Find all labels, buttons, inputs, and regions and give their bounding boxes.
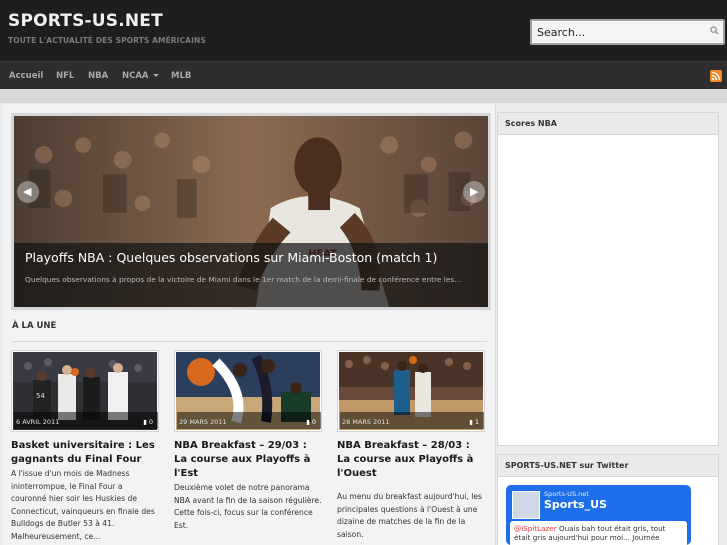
main-nav: Accueil NFL NBA NCAA MLB — [0, 61, 727, 89]
article-excerpt: Deuxième volet de notre panorama NBA ava… — [174, 483, 322, 530]
comment-icon: ▮ — [143, 418, 147, 426]
divider-strip — [0, 89, 727, 103]
article-date: 29 MARS 2011 — [179, 418, 227, 426]
article-title[interactable]: Basket universitaire : Les gagnants du F… — [11, 439, 159, 467]
article-thumbnail[interactable]: 29 MARS 2011 ▮ 0 — [174, 350, 322, 432]
nav-item-nba[interactable]: NBA — [88, 71, 108, 81]
article-title[interactable]: NBA Breakfast – 29/03 : La course aux Pl… — [174, 439, 322, 481]
search-input[interactable] — [532, 21, 723, 44]
article-thumbnail[interactable]: 54 6 AVRIL 2011 ▮ 0 — [11, 350, 159, 432]
search-icon[interactable] — [710, 26, 719, 35]
divider — [12, 341, 487, 342]
comment-count[interactable]: ▮ 0 — [143, 418, 153, 426]
comment-count-value: 0 — [148, 418, 153, 426]
article-date: 6 AVRIL 2011 — [16, 418, 60, 426]
comment-icon: ▮ — [306, 418, 310, 426]
comment-count[interactable]: ▮ 1 — [469, 418, 479, 426]
site-title[interactable]: SPORTS-US.NET — [8, 11, 163, 31]
avatar[interactable] — [512, 491, 540, 519]
slide-excerpt: Quelques observations à propos de la vic… — [25, 275, 462, 284]
search-box — [530, 19, 725, 45]
nav-item-ncaa-label: NCAA — [122, 71, 149, 81]
slider-next-button[interactable]: ▶ — [463, 181, 485, 203]
slider-prev-button[interactable]: ◀ — [17, 181, 39, 203]
tweet-mention[interactable]: @iSpitLazer — [514, 524, 557, 533]
nav-item-ncaa[interactable]: NCAA — [122, 71, 159, 81]
chevron-down-icon — [152, 74, 159, 77]
site-header: SPORTS-US.NET TOUTE L'ACTUALITÉ DES SPOR… — [0, 0, 727, 61]
nav-item-mlb[interactable]: MLB — [171, 71, 191, 81]
article-title[interactable]: NBA Breakfast – 28/03 : La course aux Pl… — [337, 439, 485, 481]
twitter-widget: SPORTS-US.NET sur Twitter Sports-US.net … — [497, 454, 719, 545]
article-excerpt: Au menu du breakfast aujourd'hui, les pr… — [337, 492, 482, 539]
slide-caption: Playoffs NBA : Quelques observations sur… — [14, 243, 488, 307]
tweet: @iSpitLazer Ouais bah tout était gris, t… — [510, 521, 687, 545]
nav-item-nfl[interactable]: NFL — [56, 71, 74, 81]
twitter-profile-box[interactable]: Sports-US.net Sports_US @iSpitLazer Ouai… — [506, 485, 691, 545]
chevron-right-icon: ▶ — [470, 185, 479, 198]
twitter-name[interactable]: Sports-US.net — [544, 490, 589, 498]
twitter-handle[interactable]: Sports_US — [544, 498, 607, 511]
slide-title[interactable]: Playoffs NBA : Quelques observations sur… — [25, 250, 437, 265]
article-excerpt: A l'issue d'un mois de Madness ininterro… — [11, 469, 155, 541]
scores-widget: Scores NBA — [497, 112, 719, 446]
comment-icon: ▮ — [469, 418, 473, 426]
rss-icon[interactable] — [710, 70, 722, 82]
section-heading: À LA UNE — [12, 321, 57, 331]
chevron-left-icon: ◀ — [23, 185, 32, 198]
article-thumbnail[interactable]: 28 MARS 2011 ▮ 1 — [337, 350, 485, 432]
comment-count[interactable]: ▮ 0 — [306, 418, 316, 426]
nav-item-accueil[interactable]: Accueil — [9, 71, 43, 81]
comment-count-value: 0 — [311, 418, 316, 426]
featured-slider[interactable]: HEAT ◀ ▶ Playoffs NBA : Quelques observa… — [11, 113, 491, 310]
article-date: 28 MARS 2011 — [342, 418, 390, 426]
site-tagline: TOUTE L'ACTUALITÉ DES SPORTS AMÉRICAINS — [8, 36, 206, 45]
widget-title: Scores NBA — [498, 113, 718, 135]
widget-title: SPORTS-US.NET sur Twitter — [498, 455, 718, 477]
comment-count-value: 1 — [474, 418, 479, 426]
main-content: HEAT ◀ ▶ Playoffs NBA : Quelques observa… — [2, 104, 496, 545]
svg-text:54: 54 — [36, 392, 45, 400]
